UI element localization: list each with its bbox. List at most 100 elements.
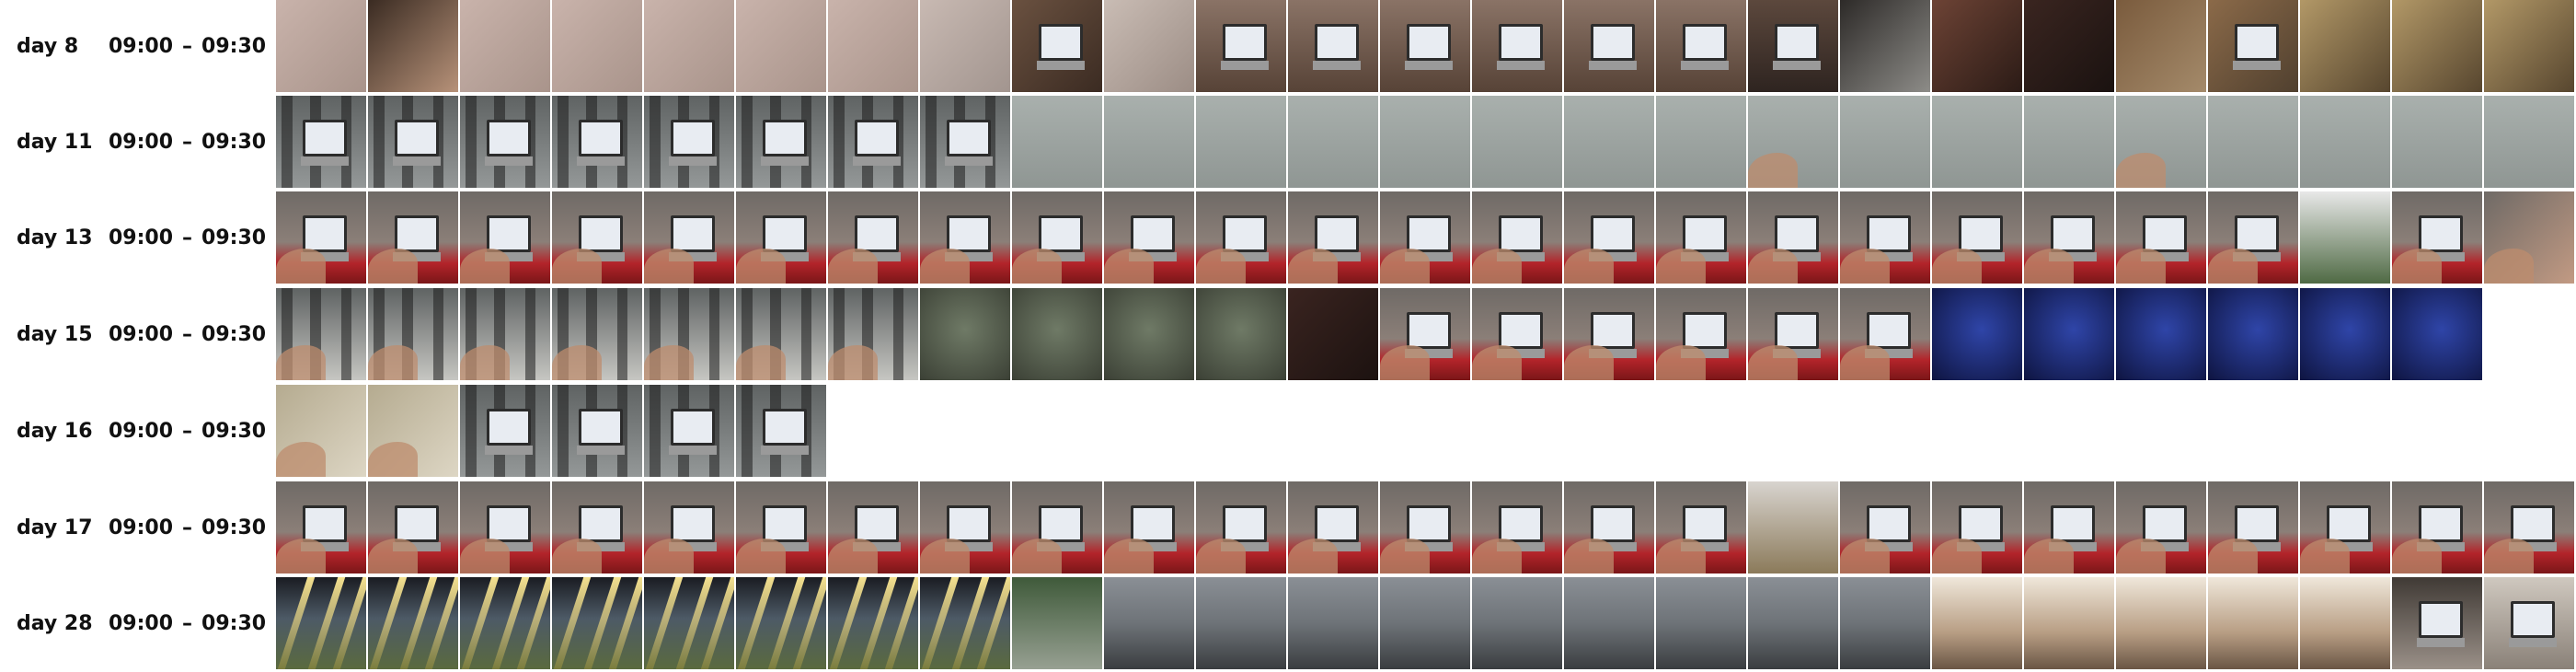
frame-thumbnail[interactable] — [1748, 96, 1838, 188]
frame-thumbnail[interactable] — [1472, 96, 1562, 188]
frame-thumbnail[interactable] — [736, 191, 826, 284]
frame-thumbnail[interactable] — [1840, 288, 1930, 380]
frame-thumbnail[interactable] — [2116, 577, 2206, 669]
frame-thumbnail[interactable] — [2392, 96, 2482, 188]
frame-thumbnail[interactable] — [1196, 288, 1286, 380]
frame-thumbnail[interactable] — [2024, 577, 2114, 669]
frame-thumbnail[interactable] — [1196, 96, 1286, 188]
frame-thumbnail[interactable] — [2300, 481, 2390, 574]
frame-thumbnail[interactable] — [1104, 191, 1194, 284]
frame-thumbnail[interactable] — [2024, 0, 2114, 92]
frame-thumbnail[interactable] — [2208, 0, 2298, 92]
frame-thumbnail[interactable] — [1472, 191, 1562, 284]
frame-thumbnail[interactable] — [1380, 191, 1470, 284]
frame-thumbnail[interactable] — [460, 0, 550, 92]
frame-thumbnail[interactable] — [828, 96, 918, 188]
frame-thumbnail[interactable] — [368, 577, 458, 669]
frame-thumbnail[interactable] — [2208, 96, 2298, 188]
frame-thumbnail[interactable] — [1840, 0, 1930, 92]
frame-thumbnail[interactable] — [1656, 0, 1746, 92]
frame-thumbnail[interactable] — [1104, 577, 1194, 669]
frame-thumbnail[interactable] — [2116, 288, 2206, 380]
frame-thumbnail[interactable] — [920, 191, 1010, 284]
frame-thumbnail[interactable] — [1932, 0, 2022, 92]
frame-thumbnail[interactable] — [2024, 481, 2114, 574]
frame-thumbnail[interactable] — [2116, 191, 2206, 284]
frame-thumbnail[interactable] — [920, 0, 1010, 92]
frame-thumbnail[interactable] — [552, 288, 642, 380]
frame-thumbnail[interactable] — [1380, 0, 1470, 92]
frame-thumbnail[interactable] — [2300, 577, 2390, 669]
frame-thumbnail[interactable] — [1840, 481, 1930, 574]
frame-thumbnail[interactable] — [2300, 191, 2390, 284]
frame-thumbnail[interactable] — [644, 96, 734, 188]
frame-thumbnail[interactable] — [1564, 577, 1654, 669]
frame-thumbnail[interactable] — [644, 0, 734, 92]
frame-thumbnail[interactable] — [736, 288, 826, 380]
frame-thumbnail[interactable] — [1472, 288, 1562, 380]
frame-thumbnail[interactable] — [1196, 481, 1286, 574]
frame-thumbnail[interactable] — [276, 191, 366, 284]
frame-thumbnail[interactable] — [460, 385, 550, 477]
frame-thumbnail[interactable] — [1564, 481, 1654, 574]
frame-thumbnail[interactable] — [276, 577, 366, 669]
frame-thumbnail[interactable] — [2484, 0, 2574, 92]
frame-thumbnail[interactable] — [1012, 288, 1102, 380]
frame-thumbnail[interactable] — [552, 385, 642, 477]
frame-thumbnail[interactable] — [920, 96, 1010, 188]
frame-thumbnail[interactable] — [1932, 577, 2022, 669]
frame-thumbnail[interactable] — [1840, 191, 1930, 284]
frame-thumbnail[interactable] — [460, 577, 550, 669]
frame-thumbnail[interactable] — [276, 288, 366, 380]
frame-thumbnail[interactable] — [2116, 481, 2206, 574]
frame-thumbnail[interactable] — [1932, 481, 2022, 574]
frame-thumbnail[interactable] — [368, 385, 458, 477]
frame-thumbnail[interactable] — [1288, 481, 1378, 574]
frame-thumbnail[interactable] — [1012, 96, 1102, 188]
frame-thumbnail[interactable] — [1196, 0, 1286, 92]
frame-thumbnail[interactable] — [1748, 0, 1838, 92]
frame-thumbnail[interactable] — [2208, 191, 2298, 284]
frame-thumbnail[interactable] — [552, 481, 642, 574]
frame-thumbnail[interactable] — [276, 96, 366, 188]
frame-thumbnail[interactable] — [1288, 191, 1378, 284]
frame-thumbnail[interactable] — [736, 96, 826, 188]
frame-thumbnail[interactable] — [920, 288, 1010, 380]
frame-thumbnail[interactable] — [2300, 0, 2390, 92]
frame-thumbnail[interactable] — [2208, 288, 2298, 380]
frame-thumbnail[interactable] — [1012, 0, 1102, 92]
frame-thumbnail[interactable] — [2484, 481, 2574, 574]
frame-thumbnail[interactable] — [2484, 577, 2574, 669]
frame-thumbnail[interactable] — [2300, 96, 2390, 188]
frame-thumbnail[interactable] — [1288, 0, 1378, 92]
frame-thumbnail[interactable] — [1472, 577, 1562, 669]
frame-thumbnail[interactable] — [1472, 0, 1562, 92]
frame-thumbnail[interactable] — [644, 288, 734, 380]
frame-thumbnail[interactable] — [1380, 96, 1470, 188]
frame-thumbnail[interactable] — [368, 191, 458, 284]
frame-thumbnail[interactable] — [1104, 288, 1194, 380]
frame-thumbnail[interactable] — [1748, 191, 1838, 284]
frame-thumbnail[interactable] — [2392, 481, 2482, 574]
frame-thumbnail[interactable] — [1472, 481, 1562, 574]
frame-thumbnail[interactable] — [552, 96, 642, 188]
frame-thumbnail[interactable] — [1288, 288, 1378, 380]
frame-thumbnail[interactable] — [1196, 191, 1286, 284]
frame-thumbnail[interactable] — [736, 0, 826, 92]
frame-thumbnail[interactable] — [2392, 288, 2482, 380]
frame-thumbnail[interactable] — [1564, 96, 1654, 188]
frame-thumbnail[interactable] — [1380, 288, 1470, 380]
frame-thumbnail[interactable] — [1748, 288, 1838, 380]
frame-thumbnail[interactable] — [1748, 577, 1838, 669]
frame-thumbnail[interactable] — [552, 191, 642, 284]
frame-thumbnail[interactable] — [828, 191, 918, 284]
frame-thumbnail[interactable] — [276, 385, 366, 477]
frame-thumbnail[interactable] — [460, 191, 550, 284]
frame-thumbnail[interactable] — [460, 288, 550, 380]
frame-thumbnail[interactable] — [1656, 577, 1746, 669]
frame-thumbnail[interactable] — [644, 385, 734, 477]
frame-thumbnail[interactable] — [1380, 481, 1470, 574]
frame-thumbnail[interactable] — [828, 577, 918, 669]
frame-thumbnail[interactable] — [644, 191, 734, 284]
frame-thumbnail[interactable] — [460, 96, 550, 188]
